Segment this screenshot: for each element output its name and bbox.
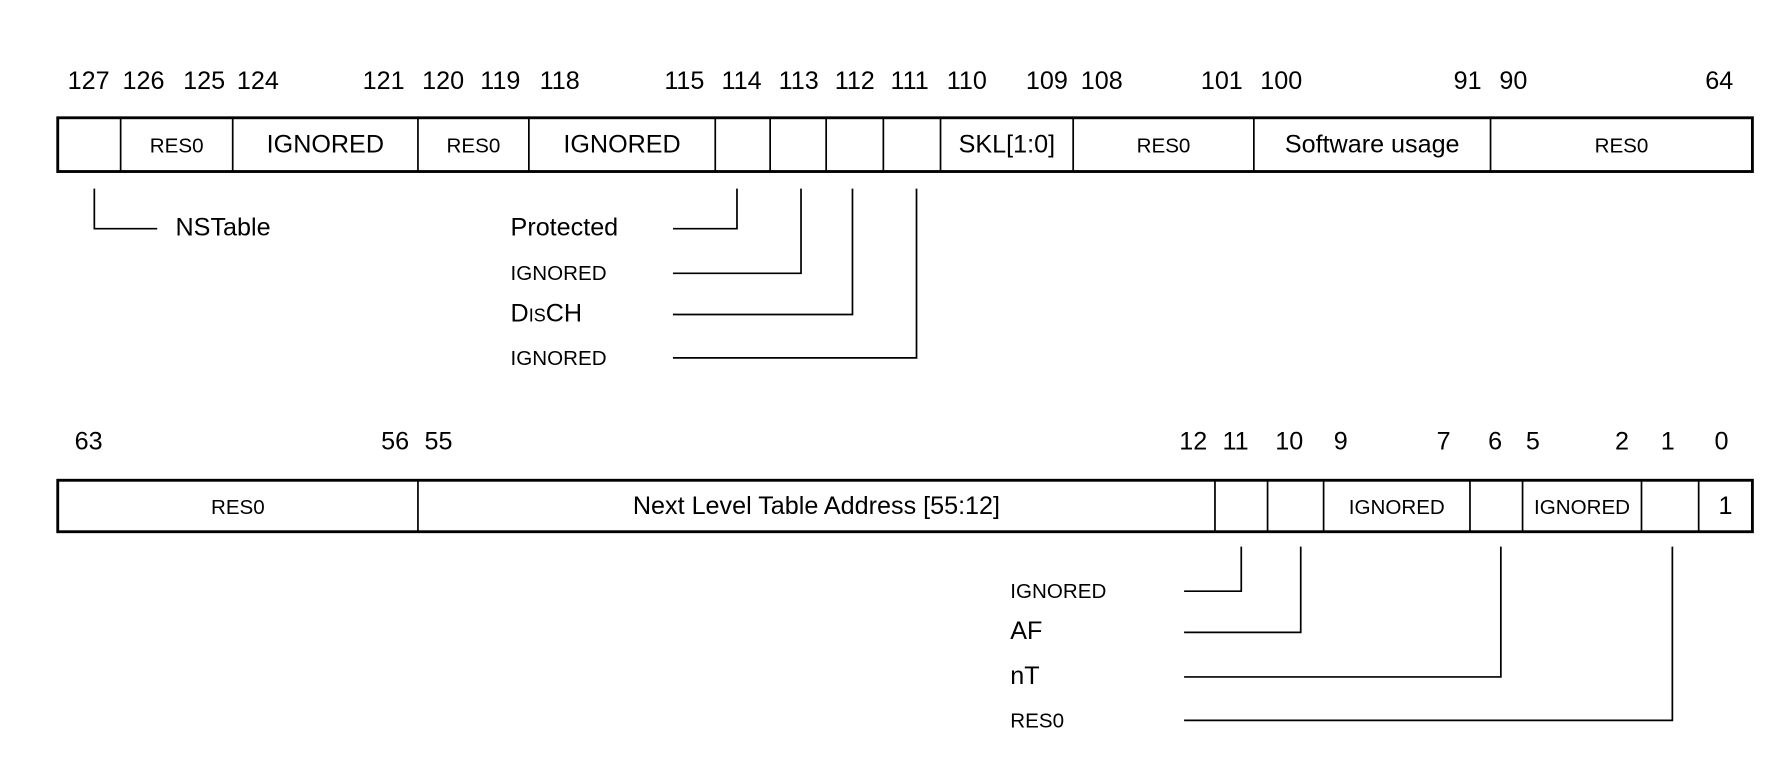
field-label: RES0 [447,135,501,158]
field-label: IGNORED [1534,496,1630,519]
field-label: Next Level Table Address [55:12] [633,492,1000,520]
bit-number-label: 118 [540,67,580,95]
bit-number-label: 2 [1615,427,1629,455]
field-label: Software usage [1285,131,1460,159]
bit-number-label: 124 [237,67,279,95]
bit-number-label: 91 [1454,67,1482,95]
bit-number-label: 56 [381,427,409,455]
bit-annotation: DisCH [511,299,582,327]
leader-line [672,188,738,230]
bit-number-label: 108 [1081,67,1123,95]
bit-annotation: IGNORED [511,262,607,285]
bit-annotation: AF [1010,617,1042,645]
bit-number-label: 5 [1526,427,1540,455]
lower-word: 63 56 55 12 11 10 9 7 6 5 2 1 0RES0 Next Level Table … [56,427,1754,732]
bit-number-label: 10 [1275,427,1303,455]
bit-annotation: Protected [511,214,619,242]
bit-annotation: IGNORED [1010,580,1106,603]
bit-number-label: 55 [425,427,453,455]
leader-line [93,188,158,230]
leader-line [1184,546,1302,634]
bit-number-label: 115 [664,67,704,95]
bit-number-label: 125 [183,67,225,95]
bit-number-label: 11 [1222,427,1248,455]
field-label: 1 [1719,492,1733,520]
leader-line [1184,546,1243,593]
bit-number-label: 101 [1201,67,1243,95]
bit-number-label: 111 [891,67,929,95]
bit-number-label: 112 [835,67,875,95]
bit-number-label: 119 [480,67,520,95]
table-descriptor-diagram: 127 126 125 124 121 120 119 118 115 114 113 112 111 1… [56,67,1754,732]
upper-word: 127 126 125 124 121 120 119 118 115 114 113 112 111 1… [56,67,1754,370]
bit-number-label: 127 [68,67,110,95]
bit-number-label: 121 [363,67,405,95]
bit-number-label: 110 [947,67,987,95]
bit-number-label: 114 [722,67,762,95]
bit-number-label: 109 [1026,67,1068,95]
bit-annotation: nT [1010,662,1039,690]
leader-line [1184,546,1502,678]
bit-number-label: 64 [1705,67,1733,95]
bit-number-label: 63 [75,427,103,455]
bit-number-label: 12 [1179,427,1207,455]
field-label: RES0 [1137,135,1191,158]
field-label: RES0 [1595,135,1649,158]
field-label: IGNORED [267,131,384,159]
bit-number-label: 90 [1499,67,1527,95]
bit-annotation: RES0 [1010,709,1064,732]
field-label: RES0 [150,135,204,158]
bit-annotation: IGNORED [511,347,607,370]
bit-number-label: 7 [1437,427,1451,455]
bit-number-label: 100 [1260,67,1302,95]
bit-number-label: 120 [422,67,464,95]
bit-number-label: 6 [1488,427,1502,455]
field-label: SKL[1:0] [959,131,1055,159]
field-label: RES0 [211,496,265,519]
bit-number-label: 126 [123,67,165,95]
leader-line [1184,546,1674,722]
bit-number-label: 0 [1715,427,1729,455]
bit-number-label: 113 [779,67,819,95]
field-label: IGNORED [563,131,680,159]
bit-number-label: 9 [1334,427,1348,455]
leader-line [672,188,854,316]
bit-number-label: 1 [1661,427,1675,455]
field-label: IGNORED [1349,496,1445,519]
bit-annotation: NSTable [176,214,271,242]
